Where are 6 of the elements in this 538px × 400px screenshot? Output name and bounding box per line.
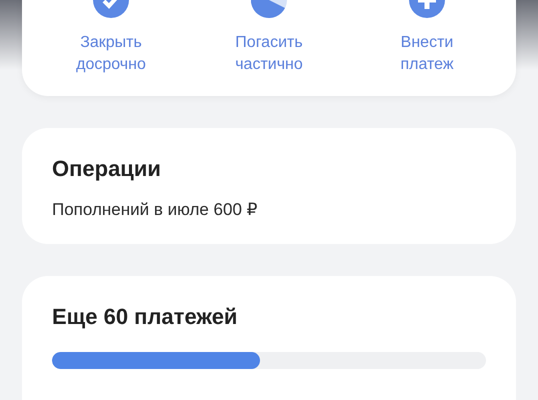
card-title: Операции: [52, 155, 162, 183]
card-title: Еще 60 платежей: [52, 303, 238, 331]
operations-summary: Пополнений в июле 600 ₽: [52, 199, 258, 221]
action-button[interactable]: Закрыть досрочно: [56, 32, 166, 76]
action-button[interactable]: Погасить частично: [214, 32, 324, 76]
action-button[interactable]: Внести платеж: [372, 32, 482, 76]
